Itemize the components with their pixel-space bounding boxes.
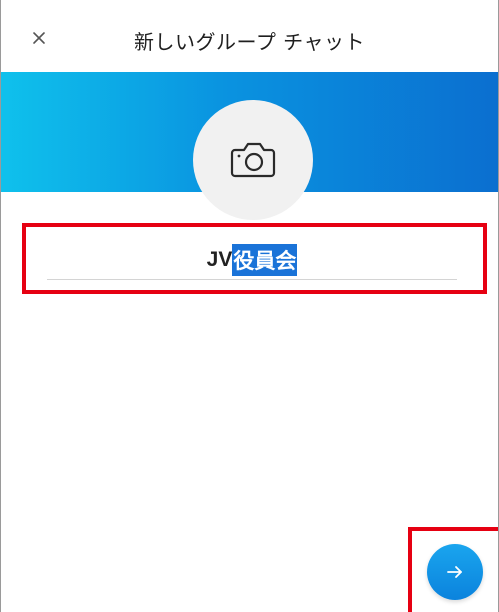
next-button[interactable]	[427, 544, 483, 600]
group-name-selected-text: 役員会	[232, 243, 298, 276]
group-photo-button[interactable]	[193, 100, 313, 220]
header: 新しいグループ チャット	[1, 0, 498, 72]
page-title: 新しいグループ チャット	[134, 30, 365, 54]
group-name-input[interactable]: JV 役員会	[47, 240, 457, 280]
group-name-text: JV	[206, 247, 233, 271]
new-group-chat-screen: 新しいグループ チャット JV 役員会	[0, 0, 499, 612]
camera-icon	[230, 142, 276, 178]
arrow-right-icon	[447, 566, 462, 578]
